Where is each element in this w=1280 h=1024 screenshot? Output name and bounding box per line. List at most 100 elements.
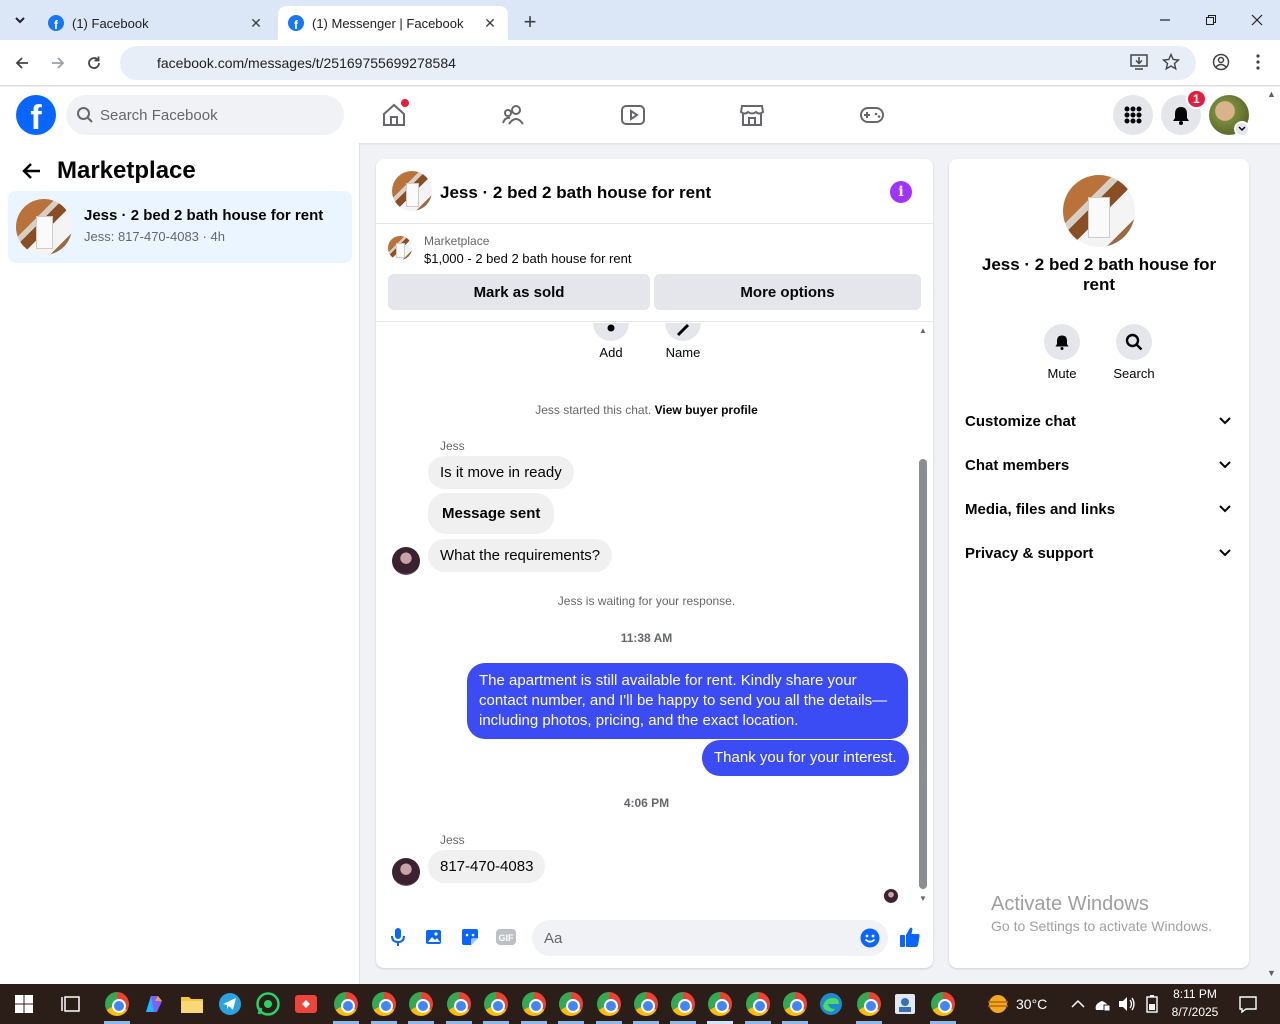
account-chevron-icon[interactable] [1234, 121, 1250, 137]
network-icon[interactable] [1089, 991, 1115, 1017]
chrome-taskbar-icon[interactable] [483, 991, 509, 1017]
chrome-taskbar-icon[interactable] [408, 991, 434, 1017]
marketplace-nav-button[interactable] [738, 101, 766, 129]
copilot-icon[interactable] [141, 991, 167, 1017]
profile-icon[interactable] [1212, 53, 1230, 71]
edge-icon[interactable] [818, 991, 844, 1017]
browser-menu-icon[interactable] [1249, 53, 1267, 71]
message-input[interactable]: Aa [532, 920, 888, 956]
browser-tab-messenger[interactable]: f (1) Messenger | Facebook ✕ [278, 6, 508, 40]
reload-button[interactable] [81, 50, 107, 76]
photo-icon[interactable] [422, 925, 446, 949]
sticker-icon[interactable] [458, 925, 482, 949]
chat-title[interactable]: Jess · 2 bed 2 bath house for rent [440, 183, 711, 203]
install-app-icon[interactable] [1130, 53, 1148, 71]
media-files-links-section[interactable]: Media, files and links [957, 489, 1241, 529]
chrome-taskbar-icon[interactable] [633, 991, 659, 1017]
back-arrow-button[interactable] [20, 159, 44, 183]
browser-tab-facebook[interactable]: f (1) Facebook ✕ [38, 6, 274, 40]
add-person-icon [593, 323, 629, 341]
close-tab-icon[interactable]: ✕ [482, 15, 498, 31]
chrome-taskbar-icon[interactable] [104, 991, 130, 1017]
chrome-taskbar-icon[interactable] [670, 991, 696, 1017]
sender-avatar[interactable] [392, 858, 420, 886]
listing-thumbnail[interactable] [388, 236, 412, 260]
privacy-support-section[interactable]: Privacy & support [957, 533, 1241, 573]
tab-search-button[interactable] [8, 8, 32, 32]
listing-avatar-large[interactable] [1063, 175, 1135, 247]
chrome-taskbar-icon[interactable] [782, 991, 808, 1017]
windows-start-icon[interactable] [11, 991, 37, 1017]
whatsapp-icon[interactable] [255, 991, 281, 1017]
clock-time[interactable]: 8:11 PM [1164, 987, 1226, 1001]
more-options-button[interactable]: More options [654, 274, 921, 310]
chrome-taskbar-icon[interactable] [596, 991, 622, 1017]
chrome-taskbar-icon-active[interactable] [707, 991, 733, 1017]
address-bar[interactable]: facebook.com/messages/t/2516975569927858… [120, 46, 1196, 80]
chrome-taskbar-icon[interactable] [856, 991, 882, 1017]
info-icon[interactable]: i [890, 181, 912, 203]
weather-icon[interactable] [985, 991, 1011, 1017]
video-nav-button[interactable] [619, 101, 647, 129]
gif-icon[interactable]: GIF [494, 925, 518, 949]
telegram-icon[interactable] [217, 991, 243, 1017]
name-chat-action[interactable]: Name [651, 323, 715, 360]
show-hidden-icons-chevron-icon[interactable] [1065, 991, 1091, 1017]
close-window-button[interactable] [1234, 0, 1280, 40]
mark-as-sold-button[interactable]: Mark as sold [388, 274, 650, 310]
notification-center-icon[interactable] [1235, 991, 1261, 1017]
incoming-message[interactable]: What the requirements? [428, 539, 613, 572]
contacts-app-icon[interactable] [892, 991, 918, 1017]
chat-members-section[interactable]: Chat members [957, 445, 1241, 485]
close-tab-icon[interactable]: ✕ [248, 15, 264, 31]
chrome-taskbar-icon[interactable] [930, 991, 956, 1017]
facebook-search-input[interactable]: Search Facebook [66, 95, 344, 135]
anydesk-icon[interactable] [293, 991, 319, 1017]
new-tab-button[interactable]: + [518, 9, 542, 34]
page-scroll-down-arrow[interactable]: ▼ [1267, 968, 1276, 978]
facebook-logo-icon[interactable]: f [16, 95, 56, 135]
forward-button[interactable] [45, 50, 71, 76]
sender-avatar[interactable] [392, 547, 420, 575]
chrome-taskbar-icon[interactable] [333, 991, 359, 1017]
microphone-icon[interactable] [386, 925, 410, 949]
battery-icon[interactable] [1139, 991, 1165, 1017]
chrome-taskbar-icon[interactable] [745, 991, 771, 1017]
add-people-action[interactable]: Add [579, 323, 643, 360]
outgoing-message[interactable]: The apartment is still available for ren… [467, 663, 908, 739]
scroll-up-arrow[interactable]: ▲ [918, 325, 928, 335]
back-button[interactable] [9, 50, 35, 76]
incoming-message[interactable]: Is it move in ready [428, 456, 574, 489]
bookmark-star-icon[interactable] [1162, 53, 1180, 71]
menu-grid-button[interactable] [1113, 95, 1153, 135]
chrome-taskbar-icon[interactable] [558, 991, 584, 1017]
volume-icon[interactable] [1114, 991, 1140, 1017]
chrome-taskbar-icon[interactable] [446, 991, 472, 1017]
listing-avatar[interactable] [392, 171, 432, 211]
restore-button[interactable] [1188, 0, 1234, 40]
emoji-icon[interactable] [860, 928, 880, 948]
incoming-message[interactable]: Message sent [428, 493, 555, 534]
view-buyer-profile-link[interactable]: View buyer profile [655, 403, 758, 417]
gaming-nav-button[interactable] [858, 101, 886, 129]
task-view-icon[interactable] [58, 991, 84, 1017]
like-thumb-icon[interactable] [898, 925, 922, 949]
customize-chat-section[interactable]: Customize chat [957, 401, 1241, 441]
chrome-taskbar-icon[interactable] [521, 991, 547, 1017]
weather-temperature[interactable]: 30°C [1016, 996, 1047, 1012]
outgoing-message[interactable]: Thank you for your interest. [702, 740, 909, 776]
search-in-conversation-action[interactable]: Search [1102, 324, 1166, 381]
incoming-message[interactable]: 817-470-4083 [428, 850, 546, 883]
page-scroll-up-arrow[interactable]: ▲ [1267, 89, 1276, 99]
mute-action[interactable]: Mute [1030, 324, 1094, 381]
clock-date[interactable]: 8/7/2025 [1164, 1005, 1226, 1019]
file-explorer-icon[interactable] [179, 991, 205, 1017]
minimize-button[interactable] [1142, 0, 1188, 40]
url-text[interactable]: facebook.com/messages/t/2516975569927858… [157, 55, 456, 71]
conversation-item[interactable]: Jess · 2 bed 2 bath house for rent Jess:… [8, 191, 352, 263]
friends-nav-button[interactable] [500, 101, 528, 129]
listing-price-title[interactable]: $1,000 - 2 bed 2 bath house for rent [424, 251, 631, 266]
scrollbar-thumb[interactable] [919, 459, 927, 889]
scroll-down-arrow[interactable]: ▼ [918, 893, 928, 903]
chrome-taskbar-icon[interactable] [371, 991, 397, 1017]
